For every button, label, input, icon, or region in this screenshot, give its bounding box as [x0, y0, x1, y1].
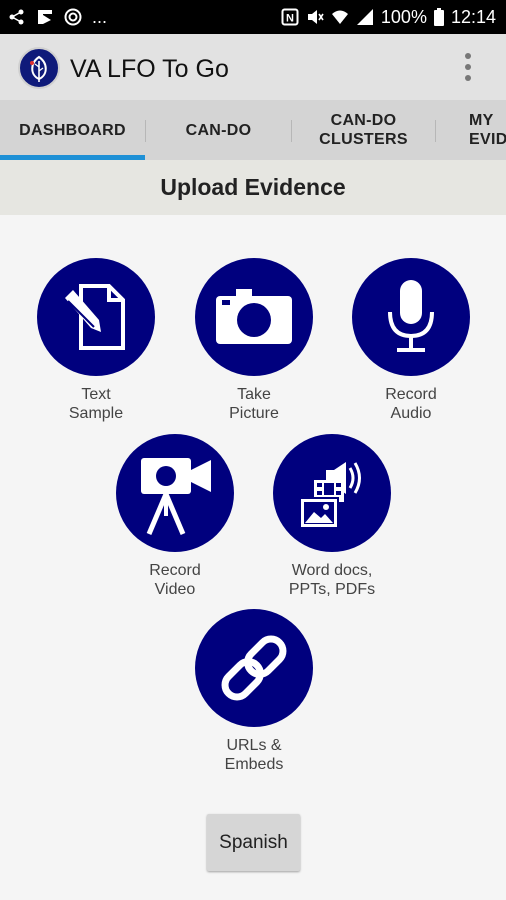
record-audio-button[interactable]: Record Audio: [331, 258, 491, 423]
target-icon: [64, 8, 82, 26]
camera-icon: [195, 258, 313, 376]
urls-embeds-button[interactable]: URLs & Embeds: [174, 609, 334, 774]
section-header: Upload Evidence: [0, 160, 506, 215]
documents-button[interactable]: Word docs, PPTs, PDFs: [252, 434, 412, 599]
media-files-icon: [273, 434, 391, 552]
documents-label: Word docs, PPTs, PDFs: [288, 562, 376, 598]
text-sample-label: Text Sample: [68, 386, 124, 422]
link-icon: [195, 609, 313, 727]
flipboard-icon: [38, 10, 52, 24]
tab-my-evidence[interactable]: MY EVID: [436, 100, 506, 160]
status-bar: ... N 100% 12:14: [0, 0, 506, 34]
svg-text:N: N: [286, 13, 294, 25]
wifi-icon: [331, 10, 348, 24]
mute-icon: [307, 10, 324, 24]
take-picture-label: Take Picture: [229, 386, 279, 422]
app-title: VA LFO To Go: [70, 55, 229, 83]
signal-icon: [356, 9, 373, 25]
tab-can-do-clusters[interactable]: CAN-DO CLUSTERS: [292, 100, 435, 160]
text-sample-icon: [37, 258, 155, 376]
section-title: Upload Evidence: [160, 174, 346, 200]
overflow-menu-icon[interactable]: [462, 53, 474, 87]
record-video-label: Record Video: [149, 562, 201, 598]
urls-embeds-label: URLs & Embeds: [224, 737, 284, 773]
tab-can-do[interactable]: CAN-DO: [146, 100, 291, 160]
record-video-button[interactable]: Record Video: [95, 434, 255, 599]
tab-dashboard[interactable]: DASHBOARD: [0, 100, 145, 160]
app-bar: VA LFO To Go: [0, 34, 506, 100]
tab-my-evidence-label: MY EVID: [469, 112, 506, 148]
take-picture-button[interactable]: Take Picture: [174, 258, 334, 423]
battery-percentage: 100%: [380, 7, 427, 27]
microphone-icon: [352, 258, 470, 376]
record-audio-label: Record Audio: [385, 386, 437, 422]
text-sample-button[interactable]: Text Sample: [16, 258, 176, 423]
nfc-icon: N: [281, 8, 299, 26]
tab-can-do-clusters-label: CAN-DO CLUSTERS: [319, 112, 408, 148]
status-time: 12:14: [450, 7, 496, 27]
tab-bar: DASHBOARD CAN-DO CAN-DO CLUSTERS MY EVID: [0, 100, 506, 160]
status-more-text: ...: [92, 7, 108, 27]
battery-icon: [433, 8, 444, 26]
spanish-button[interactable]: Spanish: [207, 814, 300, 871]
leaf-logo-icon: [18, 47, 60, 89]
share-icon: [9, 9, 24, 25]
video-camera-icon: [116, 434, 234, 552]
